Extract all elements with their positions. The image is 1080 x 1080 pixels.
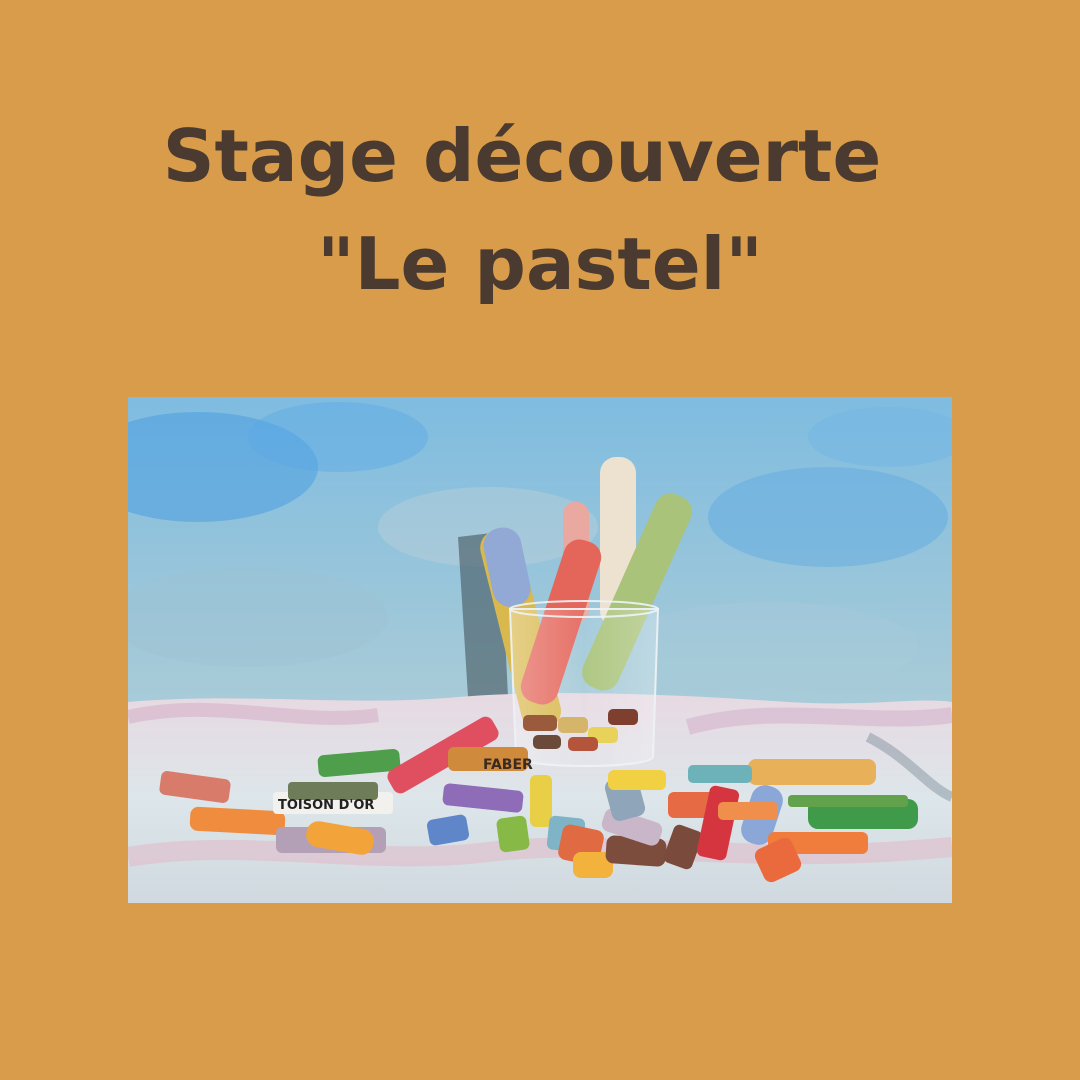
title-line-1: Stage découverte [162, 114, 882, 198]
pastel-photo-illustration: FABER TOISON D'OR [128, 397, 952, 903]
label-faber: FABER [483, 757, 533, 773]
title-line-2: "Le pastel" [317, 222, 763, 306]
pastel-photo: FABER TOISON D'OR [128, 397, 952, 903]
label-toison: TOISON D'OR [278, 798, 374, 813]
poster: Stage découverte "Le pastel" FABER TOISO… [0, 0, 1080, 1080]
